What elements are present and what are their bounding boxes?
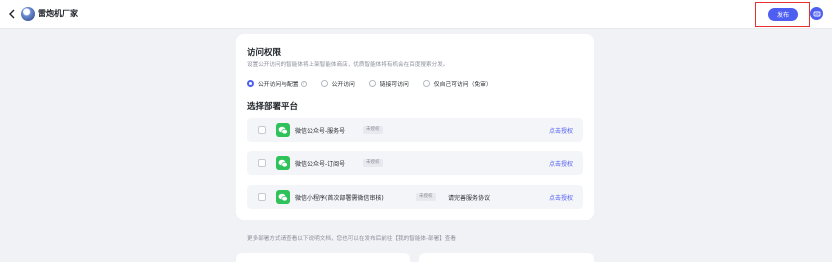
platform-row: 微信小程序(首次部署需微信审核) 未授权 请完善服务协议 点击授权 bbox=[247, 185, 583, 209]
deploy-section-title: 选择部署平台 bbox=[247, 102, 299, 112]
radio-unselected-icon bbox=[320, 80, 328, 87]
doc-card[interactable] bbox=[236, 253, 410, 262]
radio-link-access[interactable]: 链接可访问 bbox=[368, 79, 409, 88]
authorize-link[interactable]: 点击授权 bbox=[549, 126, 573, 135]
radio-label: 仅自己可访问（免审） bbox=[433, 82, 492, 88]
wechat-icon bbox=[276, 123, 290, 137]
wechat-icon bbox=[276, 156, 290, 170]
info-icon[interactable]: ? bbox=[300, 80, 307, 87]
platform-row: 微信公众号-订阅号 未授权 点击授权 bbox=[247, 151, 583, 175]
doc-card[interactable] bbox=[419, 253, 594, 262]
publish-settings-card: 访问权限 设置公开访问的智能体将上架智能体商店，优质智能体将有机会在百度搜索分发… bbox=[236, 34, 594, 220]
radio-unselected-icon bbox=[368, 80, 376, 87]
service-agreement-note[interactable]: 请完善服务协议 bbox=[448, 193, 490, 202]
access-radio-group: 公开访问与配置 ? 公开访问 链接可访问 仅自己可访问（免审） bbox=[247, 79, 506, 88]
radio-label: 公开访问与配置 bbox=[258, 82, 299, 88]
radio-label: 公开访问 bbox=[331, 82, 355, 88]
authorize-link[interactable]: 点击授权 bbox=[549, 159, 573, 168]
radio-public-with-config[interactable]: 公开访问与配置 ? bbox=[247, 79, 307, 88]
radio-private[interactable]: 仅自己可访问（免审） bbox=[422, 79, 492, 88]
authorize-link[interactable]: 点击授权 bbox=[549, 193, 573, 202]
access-description: 设置公开访问的智能体将上架智能体商店，优质智能体将有机会在百度搜索分发。 bbox=[247, 62, 449, 68]
access-section-title: 访问权限 bbox=[247, 48, 282, 58]
wechat-mini-program-icon bbox=[276, 190, 290, 204]
status-badge: 未授权 bbox=[416, 193, 436, 201]
publish-button[interactable]: 发布 bbox=[768, 8, 798, 21]
radio-label: 链接可访问 bbox=[379, 82, 409, 88]
platform-name: 微信公众号-服务号 bbox=[295, 128, 346, 135]
back-arrow-icon[interactable] bbox=[6, 7, 18, 21]
radio-unselected-icon bbox=[422, 80, 430, 87]
platform-name: 微信公众号-订阅号 bbox=[295, 161, 346, 168]
avatar bbox=[21, 7, 35, 21]
platform-checkbox[interactable] bbox=[258, 159, 266, 167]
status-badge: 未授权 bbox=[363, 126, 383, 134]
app-title: 雷炮机厂家 bbox=[38, 9, 78, 18]
platform-row: 微信公众号-服务号 未授权 点击授权 bbox=[247, 118, 583, 142]
top-bar: 雷炮机厂家 发布 bbox=[0, 0, 832, 29]
footer-note: 更多部署方式请查看以下说明文档，您也可以在发布后前往【我的智能体-部署】查看 bbox=[247, 236, 456, 242]
radio-selected-icon bbox=[247, 80, 254, 87]
chat-icon[interactable] bbox=[810, 7, 823, 20]
status-badge: 未授权 bbox=[363, 159, 383, 167]
platform-checkbox[interactable] bbox=[258, 126, 266, 134]
platform-name: 微信小程序(首次部署需微信审核) bbox=[295, 195, 384, 202]
radio-public[interactable]: 公开访问 bbox=[320, 79, 355, 88]
platform-checkbox[interactable] bbox=[258, 193, 266, 201]
